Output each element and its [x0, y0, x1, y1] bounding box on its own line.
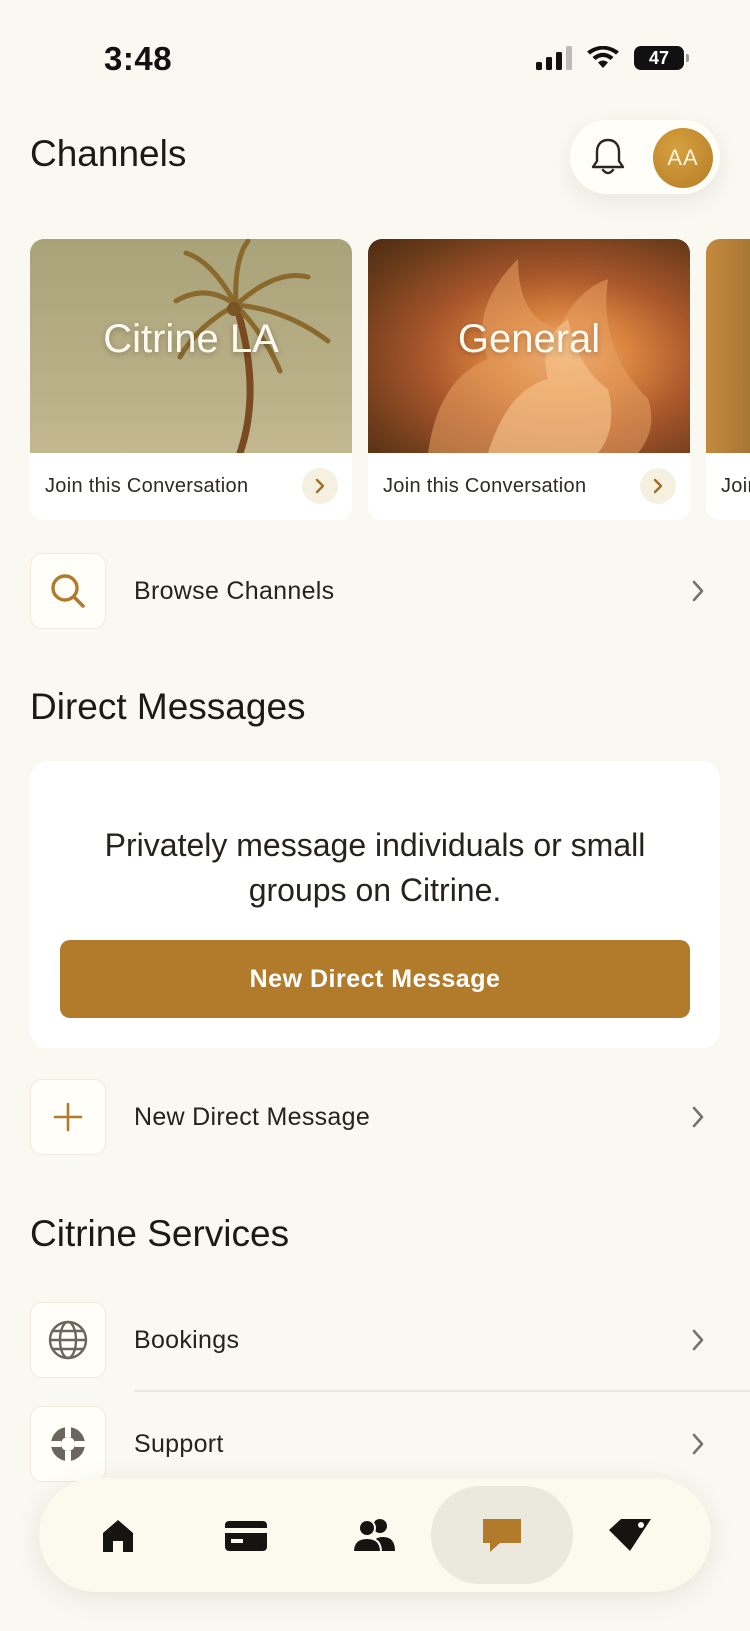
browse-channels-row[interactable]: Browse Channels [30, 553, 720, 629]
search-icon-tile [30, 553, 106, 629]
direct-messages-card: Privately message individuals or small g… [30, 761, 720, 1048]
join-conversation-label: Join this Conversation [45, 475, 249, 497]
channel-image [706, 239, 750, 453]
chevron-right-icon [692, 1106, 704, 1128]
channel-title: Citrine LA [103, 317, 279, 361]
diamond-tag-icon [609, 1519, 651, 1551]
status-icons: 47 [536, 46, 689, 70]
channel-footer[interactable]: Join this Conversation [706, 453, 750, 520]
browse-channels-label: Browse Channels [134, 577, 335, 605]
plus-icon [53, 1102, 83, 1132]
status-time: 3:48 [104, 40, 173, 77]
globe-icon-tile [30, 1302, 106, 1378]
wifi-icon [587, 46, 619, 68]
plus-icon-tile [30, 1079, 106, 1155]
chevron-right-icon [692, 580, 704, 602]
lifebuoy-icon [51, 1427, 85, 1461]
channel-card[interactable]: General Join this Conversation [368, 239, 690, 520]
tab-bar [39, 1478, 711, 1592]
channel-footer[interactable]: Join this Conversation [368, 453, 690, 520]
chat-icon [483, 1519, 521, 1552]
avatar[interactable]: AA [653, 128, 713, 188]
row-divider [134, 1390, 750, 1392]
status-bar: 3:48 47 [0, 0, 750, 120]
channel-footer[interactable]: Join this Conversation [30, 453, 352, 520]
tab-card[interactable] [175, 1486, 317, 1584]
chevron-right-icon[interactable] [302, 468, 338, 504]
page-title: Channels [30, 133, 187, 174]
direct-messages-description: Privately message individuals or small g… [104, 827, 646, 908]
channel-title: General [457, 317, 601, 361]
direct-messages-title: Direct Messages [30, 686, 306, 727]
card-icon [225, 1521, 267, 1551]
tab-home[interactable] [47, 1486, 189, 1584]
home-icon [103, 1520, 133, 1552]
new-direct-message-button[interactable]: New Direct Message [60, 940, 690, 1018]
chevron-right-icon[interactable] [640, 468, 676, 504]
channel-card[interactable]: Join this Conversation [706, 239, 750, 520]
search-icon [51, 574, 85, 608]
bookings-label: Bookings [134, 1326, 240, 1354]
support-row[interactable]: Support [30, 1406, 720, 1482]
channel-card[interactable]: Citrine LA Join this Conversation [30, 239, 352, 520]
new-direct-message-row[interactable]: New Direct Message [30, 1079, 720, 1155]
join-conversation-label: Join this Conversation [383, 475, 587, 497]
globe-icon [48, 1320, 88, 1360]
tab-tag[interactable] [559, 1486, 701, 1584]
chevron-right-icon [692, 1329, 704, 1351]
people-icon [351, 1519, 395, 1553]
tab-people[interactable] [303, 1486, 445, 1584]
chevron-right-icon [692, 1433, 704, 1455]
cellular-signal-icon [536, 46, 572, 70]
join-conversation-label: Join this Conversation [721, 475, 750, 497]
tab-chat[interactable] [431, 1486, 573, 1584]
bookings-row[interactable]: Bookings [30, 1302, 720, 1378]
bell-icon[interactable] [588, 136, 628, 178]
battery-indicator: 47 [634, 46, 689, 70]
citrine-services-title: Citrine Services [30, 1213, 290, 1254]
new-direct-message-label: New Direct Message [134, 1103, 371, 1131]
header-actions: AA [570, 120, 720, 194]
channel-carousel[interactable]: Citrine LA Join this Conversation Genera… [30, 239, 750, 520]
lifebuoy-icon-tile [30, 1406, 106, 1482]
support-label: Support [134, 1430, 224, 1458]
